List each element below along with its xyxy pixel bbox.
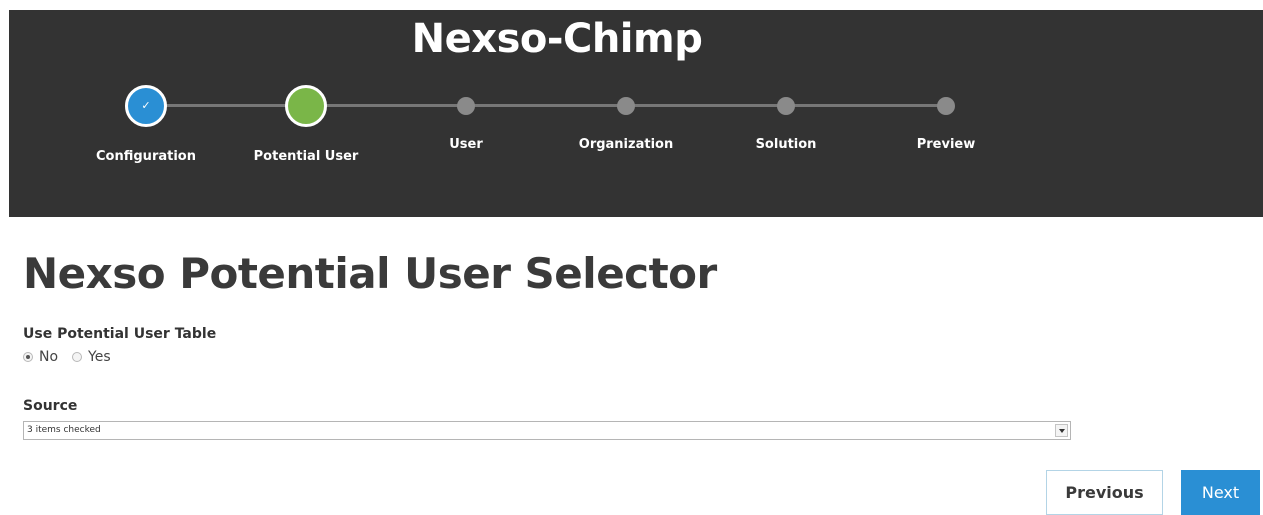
pending-step-indicator	[457, 97, 475, 115]
dropdown-arrow-icon[interactable]	[1055, 424, 1068, 437]
pending-step-indicator	[937, 97, 955, 115]
pending-step-indicator	[617, 97, 635, 115]
page-title: Nexso Potential User Selector	[23, 249, 717, 298]
check-icon: ✓	[125, 85, 167, 127]
radio-no[interactable]	[23, 352, 33, 362]
wizard-step-potential-user[interactable]: Potential User	[236, 85, 376, 175]
wizard-step-user[interactable]: User	[396, 85, 536, 175]
source-select-value: 3 items checked	[27, 425, 101, 435]
wizard-step-label: Solution	[755, 137, 817, 152]
wizard-step-preview[interactable]: Preview	[876, 85, 1016, 175]
wizard-step-label: Organization	[578, 137, 674, 152]
use-table-label: Use Potential User Table	[23, 326, 217, 342]
radio-yes-label[interactable]: Yes	[88, 349, 111, 365]
wizard-step-configuration[interactable]: ✓ Configuration	[76, 85, 216, 175]
wizard-step-organization[interactable]: Organization	[556, 85, 696, 175]
wizard-step-label: Preview	[916, 137, 976, 152]
wizard-header: Nexso-Chimp ✓ Configuration Potential Us…	[9, 10, 1263, 217]
wizard-step-label: User	[449, 137, 483, 152]
current-step-indicator	[285, 85, 327, 127]
wizard-step-solution[interactable]: Solution	[716, 85, 856, 175]
radio-yes[interactable]	[72, 352, 83, 362]
source-label: Source	[23, 398, 78, 414]
previous-button[interactable]: Previous	[1046, 470, 1163, 515]
wizard-step-label: Configuration	[96, 149, 196, 164]
use-table-radio-group: No Yes	[23, 348, 125, 366]
source-select[interactable]: 3 items checked	[23, 421, 1071, 440]
next-button[interactable]: Next	[1181, 470, 1260, 515]
pending-step-indicator	[777, 97, 795, 115]
wizard-step-label: Potential User	[253, 149, 359, 164]
app-title: Nexso-Chimp	[411, 16, 703, 62]
radio-no-label[interactable]: No	[39, 349, 58, 365]
